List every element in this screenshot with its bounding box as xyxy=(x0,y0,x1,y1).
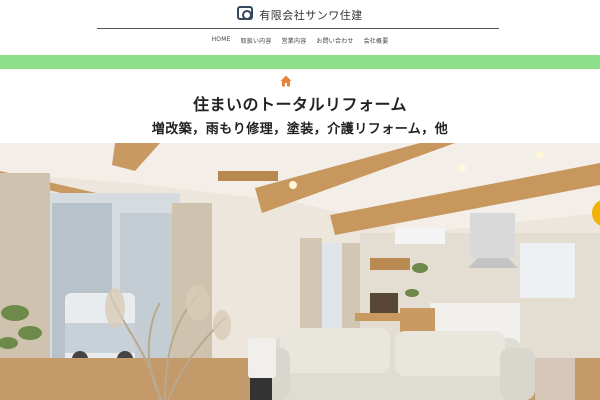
site-header: 有限会社サンワ住建 HOME 取扱い内容 営業内容 お問い合わせ 会社概要 xyxy=(0,0,600,55)
nav-item-services[interactable]: 営業内容 xyxy=(282,36,307,45)
nav-item-company[interactable]: 会社概要 xyxy=(364,36,389,45)
house-icon xyxy=(280,75,292,87)
logo-row[interactable]: 有限会社サンワ住建 xyxy=(0,6,600,24)
accent-bar xyxy=(0,55,600,69)
header-divider xyxy=(97,28,499,29)
company-name[interactable]: 有限会社サンワ住建 xyxy=(259,7,363,23)
living-room-photo xyxy=(0,143,600,400)
nav-item-contact[interactable]: お問い合わせ xyxy=(316,36,353,45)
hero-title: 住まいのトータルリフォーム xyxy=(192,95,408,114)
nav-item-home[interactable]: HOME xyxy=(212,36,231,45)
main-nav: HOME 取扱い内容 営業内容 お問い合わせ 会社概要 xyxy=(0,36,600,45)
nav-item-products[interactable]: 取扱い内容 xyxy=(241,36,272,45)
company-logo-icon[interactable] xyxy=(237,6,254,24)
hero-subtitle: 増改築，雨もり修理，塗装，介護リフォーム，他 xyxy=(151,122,449,137)
hero-section: 住まいのトータルリフォーム 増改築，雨もり修理，塗装，介護リフォーム，他 xyxy=(0,69,600,143)
